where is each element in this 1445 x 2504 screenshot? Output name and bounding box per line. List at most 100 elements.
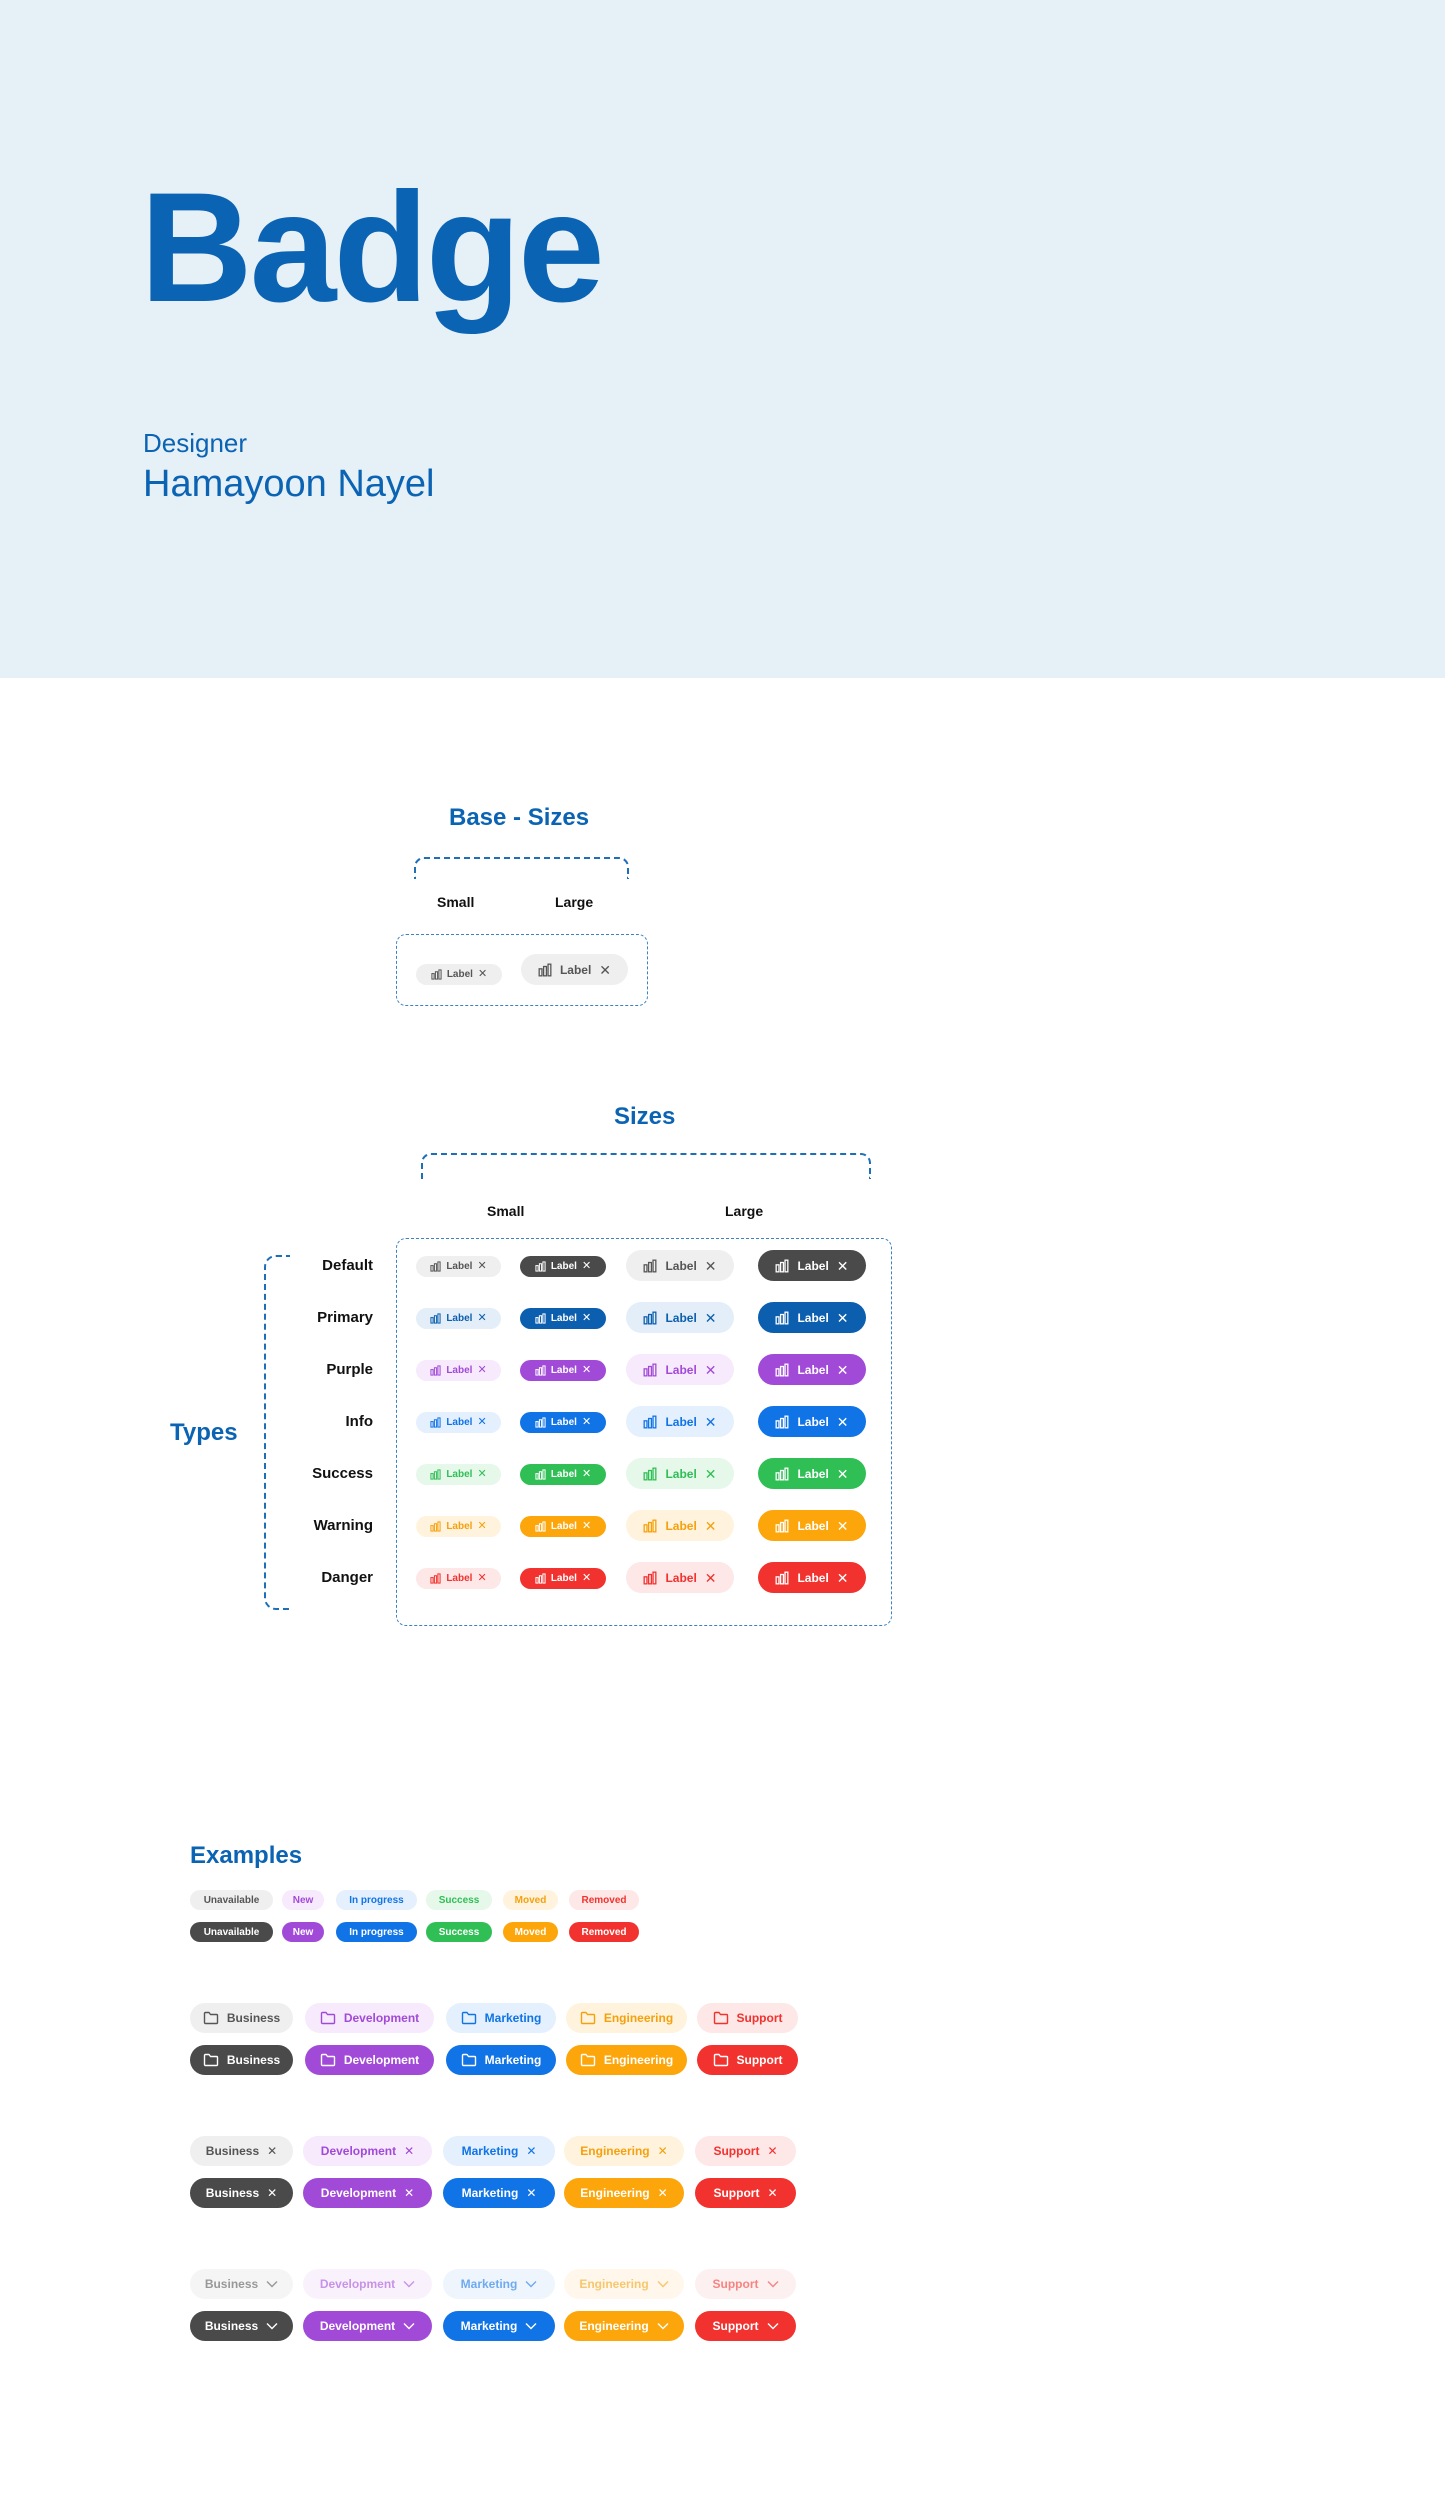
close-icon[interactable]: ✕ — [705, 1363, 717, 1377]
warning-small-solid-badge[interactable]: Label ✕ — [520, 1516, 606, 1537]
folder-soft-development[interactable]: Development — [305, 2003, 434, 2033]
close-icon[interactable]: ✕ — [582, 1261, 591, 1272]
success-large-solid-badge[interactable]: Label ✕ — [758, 1458, 866, 1489]
close-icon[interactable]: ✕ — [837, 1467, 849, 1481]
folder-soft-business[interactable]: Business — [190, 2003, 293, 2033]
close-icon[interactable]: ✕ — [582, 1417, 591, 1428]
status-solid-success[interactable]: Success — [426, 1922, 492, 1942]
close-icon[interactable]: ✕ — [582, 1365, 591, 1376]
purple-large-solid-badge[interactable]: Label ✕ — [758, 1354, 866, 1385]
success-small-soft-badge[interactable]: Label ✕ — [416, 1464, 501, 1485]
close-icon[interactable]: ✕ — [477, 1261, 486, 1272]
close-icon[interactable]: ✕ — [705, 1311, 717, 1325]
base-small-badge[interactable]: Label ✕ — [416, 964, 502, 985]
close-icon[interactable]: ✕ — [267, 2186, 277, 2200]
chevron-down-icon[interactable] — [403, 2322, 415, 2330]
close-icon[interactable]: ✕ — [526, 2144, 536, 2158]
close-icon[interactable]: ✕ — [837, 1571, 849, 1585]
status-soft-in-progress[interactable]: In progress — [336, 1890, 417, 1910]
close-icon[interactable]: ✕ — [837, 1259, 849, 1273]
chevron-down-icon[interactable] — [767, 2280, 779, 2288]
close-icon[interactable]: ✕ — [767, 2144, 777, 2158]
chevron-down-icon[interactable] — [525, 2280, 537, 2288]
close-icon[interactable]: ✕ — [526, 2186, 536, 2200]
success-large-soft-badge[interactable]: Label ✕ — [626, 1458, 734, 1489]
default-large-soft-badge[interactable]: Label ✕ — [626, 1250, 734, 1281]
primary-large-solid-badge[interactable]: Label ✕ — [758, 1302, 866, 1333]
status-soft-success[interactable]: Success — [426, 1890, 492, 1910]
dropdown-soft-development[interactable]: Development — [303, 2269, 432, 2299]
purple-small-solid-badge[interactable]: Label ✕ — [520, 1360, 606, 1381]
info-large-soft-badge[interactable]: Label ✕ — [626, 1406, 734, 1437]
folder-soft-engineering[interactable]: Engineering — [566, 2003, 687, 2033]
close-icon[interactable]: ✕ — [582, 1469, 591, 1480]
dropdown-solid-business[interactable]: Business — [190, 2311, 293, 2341]
close-icon[interactable]: ✕ — [477, 1521, 486, 1532]
close-icon[interactable]: ✕ — [837, 1311, 849, 1325]
dropdown-solid-support[interactable]: Support — [695, 2311, 796, 2341]
removable-soft-engineering[interactable]: Engineering ✕ — [564, 2136, 684, 2166]
close-icon[interactable]: ✕ — [767, 2186, 777, 2200]
close-icon[interactable]: ✕ — [658, 2144, 668, 2158]
info-small-solid-badge[interactable]: Label ✕ — [520, 1412, 606, 1433]
warning-small-soft-badge[interactable]: Label ✕ — [416, 1516, 501, 1537]
primary-large-soft-badge[interactable]: Label ✕ — [626, 1302, 734, 1333]
removable-solid-marketing[interactable]: Marketing ✕ — [443, 2178, 555, 2208]
dropdown-soft-engineering[interactable]: Engineering — [564, 2269, 684, 2299]
info-large-solid-badge[interactable]: Label ✕ — [758, 1406, 866, 1437]
chevron-down-icon[interactable] — [403, 2280, 415, 2288]
close-icon[interactable]: ✕ — [837, 1363, 849, 1377]
close-icon[interactable]: ✕ — [477, 1417, 486, 1428]
folder-soft-support[interactable]: Support — [697, 2003, 798, 2033]
chevron-down-icon[interactable] — [657, 2322, 669, 2330]
close-icon[interactable]: ✕ — [705, 1571, 717, 1585]
folder-soft-marketing[interactable]: Marketing — [446, 2003, 556, 2033]
info-small-soft-badge[interactable]: Label ✕ — [416, 1412, 501, 1433]
status-soft-removed[interactable]: Removed — [569, 1890, 639, 1910]
close-icon[interactable]: ✕ — [477, 1365, 486, 1376]
close-icon[interactable]: ✕ — [582, 1573, 591, 1584]
removable-soft-marketing[interactable]: Marketing ✕ — [443, 2136, 555, 2166]
danger-small-solid-badge[interactable]: Label ✕ — [520, 1568, 606, 1589]
close-icon[interactable]: ✕ — [477, 1573, 486, 1584]
status-solid-in-progress[interactable]: In progress — [336, 1922, 417, 1942]
danger-large-solid-badge[interactable]: Label ✕ — [758, 1562, 866, 1593]
close-icon[interactable]: ✕ — [582, 1313, 591, 1324]
default-large-solid-badge[interactable]: Label ✕ — [758, 1250, 866, 1281]
status-solid-moved[interactable]: Moved — [503, 1922, 558, 1942]
chevron-down-icon[interactable] — [767, 2322, 779, 2330]
close-icon[interactable]: ✕ — [658, 2186, 668, 2200]
removable-solid-development[interactable]: Development ✕ — [303, 2178, 432, 2208]
removable-solid-support[interactable]: Support ✕ — [695, 2178, 796, 2208]
chevron-down-icon[interactable] — [525, 2322, 537, 2330]
dropdown-solid-engineering[interactable]: Engineering — [564, 2311, 684, 2341]
removable-solid-engineering[interactable]: Engineering ✕ — [564, 2178, 684, 2208]
close-icon[interactable]: ✕ — [477, 1313, 486, 1324]
warning-large-solid-badge[interactable]: Label ✕ — [758, 1510, 866, 1541]
folder-solid-marketing[interactable]: Marketing — [446, 2045, 556, 2075]
default-small-soft-badge[interactable]: Label ✕ — [416, 1256, 501, 1277]
removable-solid-business[interactable]: Business ✕ — [190, 2178, 293, 2208]
warning-large-soft-badge[interactable]: Label ✕ — [626, 1510, 734, 1541]
close-icon[interactable]: ✕ — [705, 1467, 717, 1481]
close-icon[interactable]: ✕ — [478, 969, 487, 980]
close-icon[interactable]: ✕ — [837, 1519, 849, 1533]
close-icon[interactable]: ✕ — [477, 1469, 486, 1480]
chevron-down-icon[interactable] — [266, 2280, 278, 2288]
chevron-down-icon[interactable] — [657, 2280, 669, 2288]
dropdown-soft-marketing[interactable]: Marketing — [443, 2269, 555, 2299]
close-icon[interactable]: ✕ — [404, 2186, 414, 2200]
removable-soft-support[interactable]: Support ✕ — [695, 2136, 796, 2166]
status-soft-moved[interactable]: Moved — [503, 1890, 558, 1910]
default-small-solid-badge[interactable]: Label ✕ — [520, 1256, 606, 1277]
close-icon[interactable]: ✕ — [582, 1521, 591, 1532]
status-soft-unavailable[interactable]: Unavailable — [190, 1890, 273, 1910]
close-icon[interactable]: ✕ — [267, 2144, 277, 2158]
dropdown-soft-business[interactable]: Business — [190, 2269, 293, 2299]
folder-solid-business[interactable]: Business — [190, 2045, 293, 2075]
folder-solid-support[interactable]: Support — [697, 2045, 798, 2075]
status-solid-unavailable[interactable]: Unavailable — [190, 1922, 273, 1942]
dropdown-soft-support[interactable]: Support — [695, 2269, 796, 2299]
purple-large-soft-badge[interactable]: Label ✕ — [626, 1354, 734, 1385]
folder-solid-development[interactable]: Development — [305, 2045, 434, 2075]
